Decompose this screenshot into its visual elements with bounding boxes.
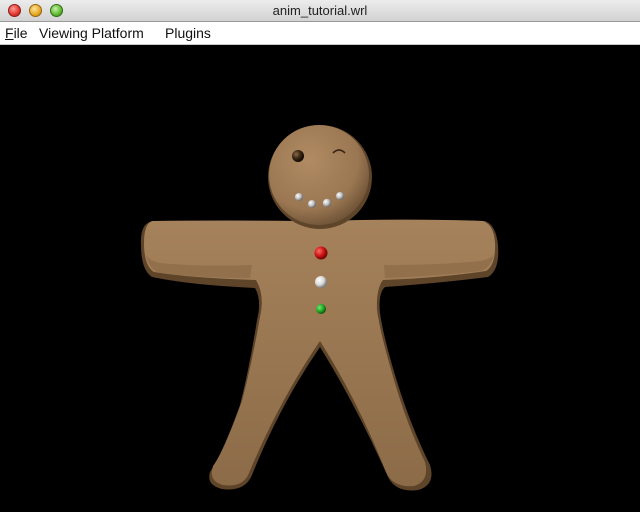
menu-file-mnemonic: F (5, 25, 14, 41)
smile-pearl (336, 192, 344, 200)
menu-viewing-platform[interactable]: Viewing Platform (39, 25, 144, 42)
gingerbread-man[interactable] (140, 125, 499, 491)
title-bar[interactable]: anim_tutorial.wrl (0, 0, 640, 22)
smile-pearl (295, 193, 303, 201)
menu-file-label: ile (13, 25, 28, 41)
smile-pearl (308, 200, 316, 208)
red-button (314, 246, 328, 260)
body (144, 219, 496, 487)
3d-viewport[interactable] (0, 45, 640, 512)
close-window-button[interactable] (8, 4, 21, 17)
zoom-window-button[interactable] (50, 4, 63, 17)
smile-pearl (322, 198, 332, 208)
menu-plugins[interactable]: Plugins (165, 25, 211, 42)
head (269, 125, 369, 225)
minimize-window-button[interactable] (29, 4, 42, 17)
menu-file[interactable]: File (5, 25, 28, 42)
window-title: anim_tutorial.wrl (272, 3, 368, 18)
scene-canvas[interactable] (0, 45, 640, 512)
left-eye (292, 150, 304, 162)
menu-bar: File Viewing Platform Plugins (0, 22, 640, 45)
green-button (316, 304, 326, 314)
app-window: anim_tutorial.wrl File Viewing Platform … (0, 0, 640, 512)
white-button (315, 276, 327, 288)
